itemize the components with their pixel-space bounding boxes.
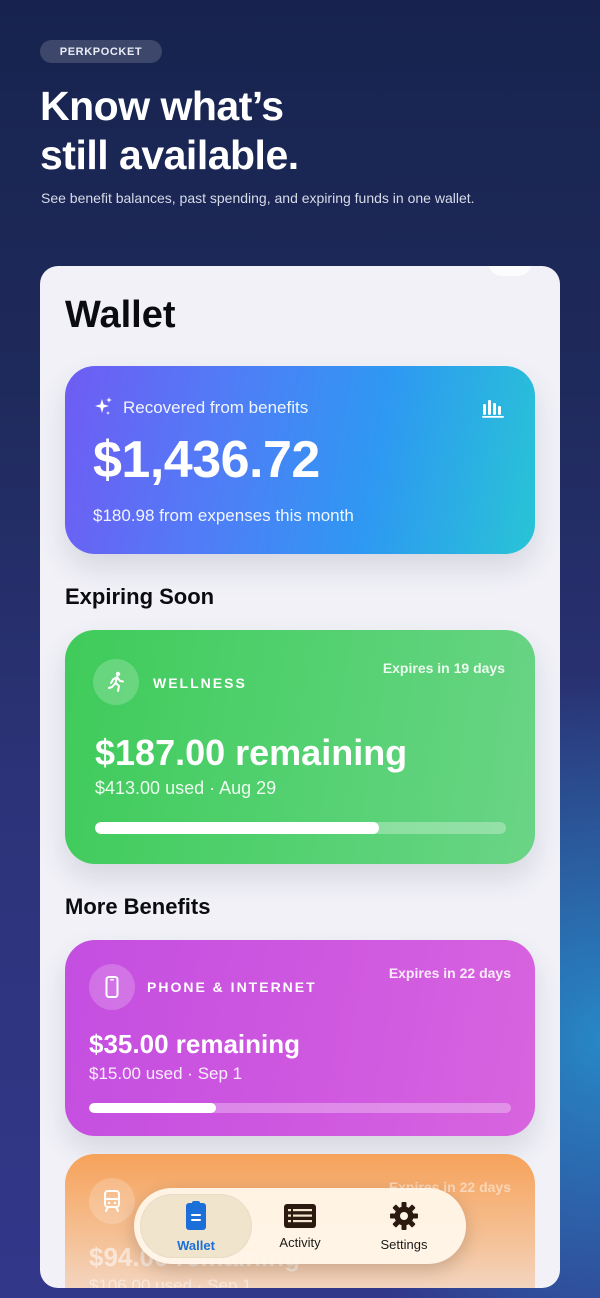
- list-icon: [284, 1203, 316, 1228]
- phone-screen: Wallet Recovered from benefits $1,436.72…: [40, 266, 560, 1288]
- recovered-summary-card[interactable]: Recovered from benefits $1,436.72 $180.9…: [65, 366, 535, 554]
- used-amount: $106.00 used · Sep 1: [89, 1276, 252, 1288]
- recovered-amount: $1,436.72: [93, 431, 320, 489]
- app-tag: PERKPOCKET: [40, 40, 162, 63]
- progress-bar: [89, 1103, 511, 1113]
- category-icon-badge: [89, 1178, 135, 1224]
- expires-label: Expires in 22 days: [388, 965, 511, 981]
- sparkle-icon: [95, 397, 112, 415]
- train-icon: [104, 1190, 120, 1212]
- expiring-soon-heading: Expiring Soon: [65, 584, 215, 609]
- running-figure-icon: [108, 671, 124, 692]
- expires-label: Expires in 19 days: [382, 660, 505, 676]
- gear-icon: [390, 1201, 418, 1230]
- wallet-card-icon: [186, 1200, 206, 1230]
- tab-wallet[interactable]: Wallet: [140, 1194, 252, 1258]
- recovered-label: Recovered from benefits: [123, 398, 309, 417]
- benefit-card-wellness[interactable]: WELLNESS Expires in 19 days $187.00 rema…: [65, 630, 535, 864]
- progress-fill: [89, 1103, 216, 1113]
- recovered-subtext: $180.98 from expenses this month: [93, 506, 354, 525]
- screen-corner-decoration: [488, 266, 532, 276]
- progress-bar: [95, 822, 506, 834]
- phone-icon: [105, 976, 119, 998]
- progress-fill: [95, 822, 379, 834]
- page-title: Wallet: [65, 294, 176, 336]
- subheadline: See benefit balances, past spending, and…: [41, 190, 475, 206]
- tab-label: Wallet: [177, 1237, 215, 1253]
- tab-settings[interactable]: Settings: [348, 1194, 460, 1258]
- tab-activity[interactable]: Activity: [244, 1194, 356, 1258]
- bar-chart-icon[interactable]: [481, 398, 505, 418]
- category-label: PHONE & INTERNET: [147, 979, 317, 995]
- tab-label: Activity: [279, 1234, 321, 1250]
- category-icon-badge: [89, 964, 135, 1010]
- tab-bar: Wallet Activity Settings: [134, 1188, 466, 1264]
- headline: Know what’s still available.: [40, 83, 299, 178]
- benefit-card-phone-internet[interactable]: PHONE & INTERNET Expires in 22 days $35.…: [65, 940, 535, 1136]
- tab-label: Settings: [380, 1236, 428, 1252]
- more-benefits-heading: More Benefits: [65, 894, 211, 919]
- remaining-amount: $35.00 remaining: [89, 1029, 300, 1059]
- remaining-amount: $187.00 remaining: [95, 732, 408, 773]
- used-amount: $15.00 used · Sep 1: [89, 1064, 243, 1083]
- used-amount: $413.00 used · Aug 29: [95, 778, 277, 798]
- category-icon-badge: [93, 659, 139, 705]
- category-label: WELLNESS: [153, 675, 247, 691]
